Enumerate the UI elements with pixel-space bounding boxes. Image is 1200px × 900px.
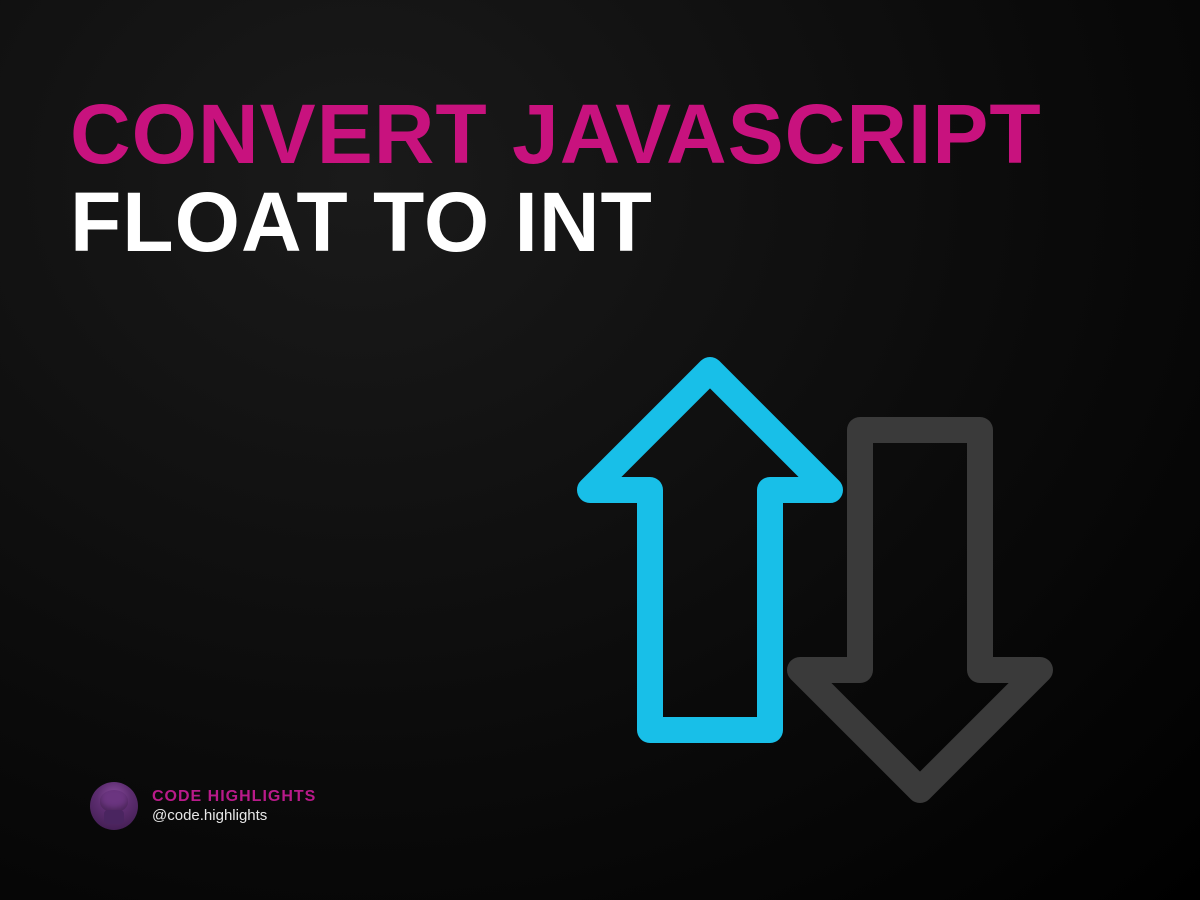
heading-line-2: FLOAT TO INT bbox=[70, 175, 653, 269]
heading-line-1: CONVERT JAVASCRIPT bbox=[70, 87, 1042, 181]
main-heading: CONVERT JAVASCRIPT FLOAT TO INT bbox=[70, 90, 1130, 266]
social-handle: @code.highlights bbox=[152, 807, 316, 826]
arrows-graphic bbox=[540, 330, 1060, 830]
avatar-icon bbox=[90, 782, 138, 830]
footer-attribution: CODE HIGHLIGHTS @code.highlights bbox=[90, 782, 316, 830]
footer-text: CODE HIGHLIGHTS @code.highlights bbox=[152, 787, 316, 826]
page-container: CONVERT JAVASCRIPT FLOAT TO INT CODE HIG… bbox=[0, 0, 1200, 900]
brand-name: CODE HIGHLIGHTS bbox=[152, 787, 316, 807]
